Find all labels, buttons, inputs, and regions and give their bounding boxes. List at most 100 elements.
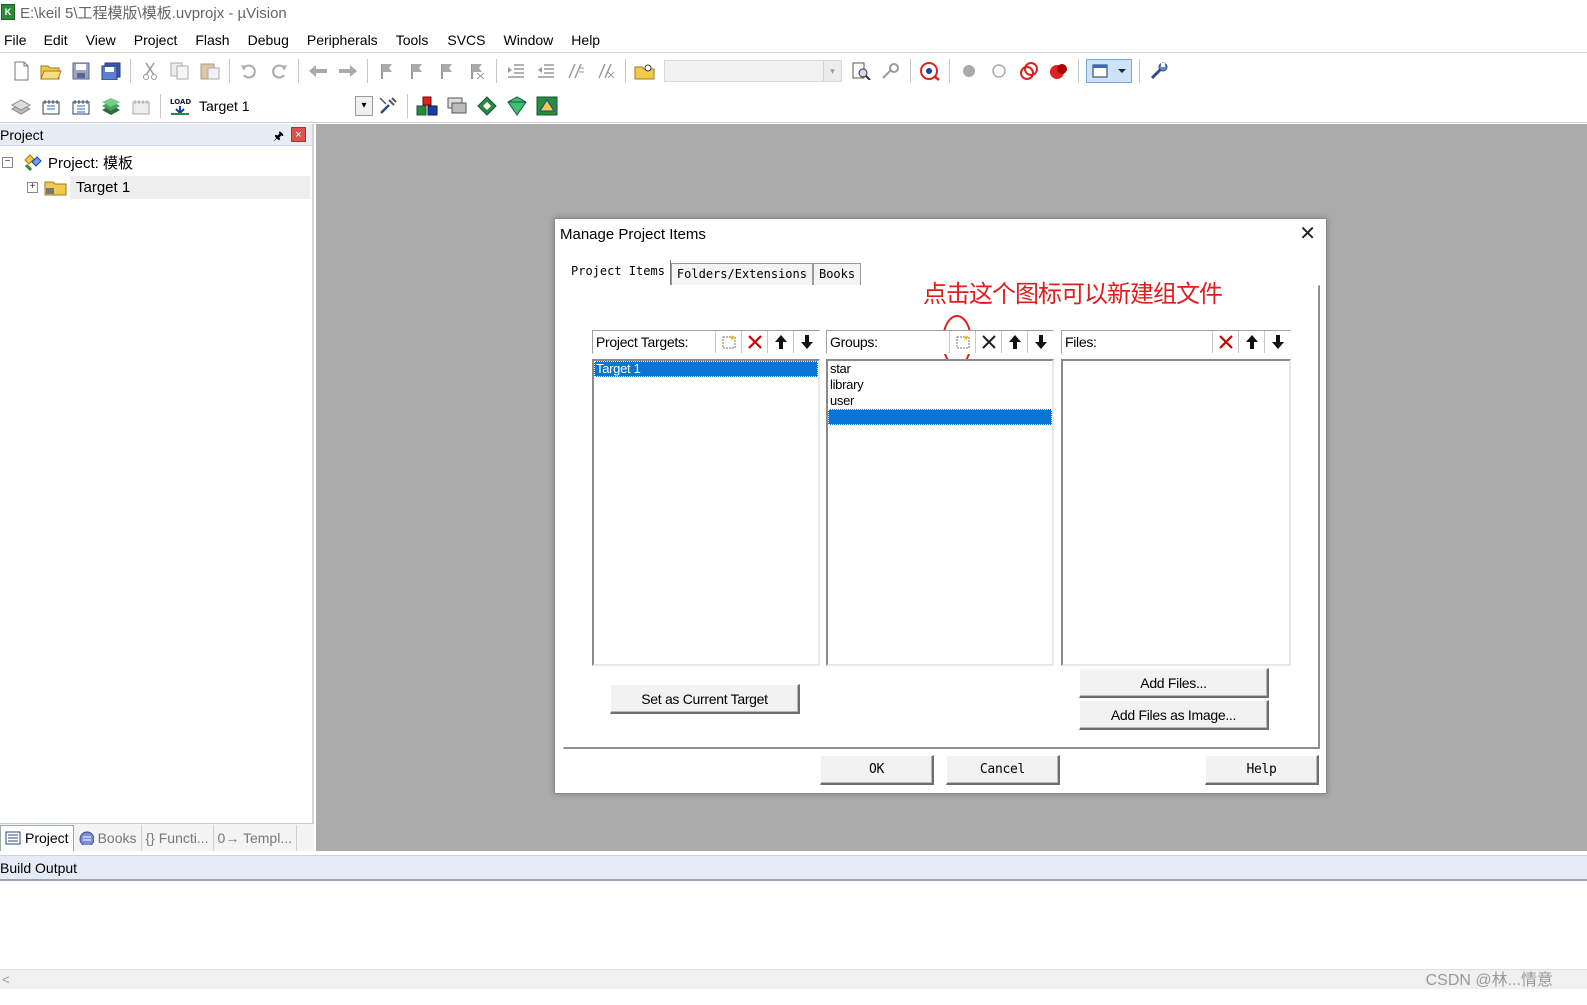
build-output-pane[interactable] [0, 883, 1587, 969]
menu-window[interactable]: Window [504, 32, 563, 48]
menu-edit[interactable]: Edit [44, 32, 77, 48]
indent-icon[interactable] [504, 59, 528, 83]
manage-runtime-icon[interactable] [505, 94, 529, 118]
tab-project-items[interactable]: Project Items [565, 259, 671, 285]
translate-icon[interactable] [9, 94, 33, 118]
save-icon[interactable] [69, 59, 93, 83]
save-all-icon[interactable] [99, 59, 123, 83]
menu-view[interactable]: View [86, 32, 125, 48]
manage-components-icon[interactable] [535, 94, 559, 118]
annotation-text: 点击这个图标可以新建组文件 [923, 280, 1223, 308]
configure-icon[interactable] [1147, 59, 1171, 83]
move-up-icon[interactable] [1238, 331, 1264, 353]
download-load-icon[interactable]: LOAD [168, 94, 192, 118]
targets-list[interactable]: Target 1 [592, 359, 820, 666]
list-item-new-group[interactable] [828, 409, 1052, 425]
incremental-find-icon[interactable] [879, 59, 903, 83]
tab-templates[interactable]: 0→ Templ... [214, 824, 297, 851]
start-debug-icon[interactable] [918, 59, 942, 83]
list-item[interactable]: user [828, 393, 1052, 409]
chevron-down-icon[interactable]: ▾ [823, 61, 841, 81]
clear-bookmarks-icon[interactable] [465, 59, 489, 83]
move-up-icon[interactable] [1001, 331, 1027, 353]
tab-books[interactable]: Books [812, 263, 862, 285]
find-in-files-icon[interactable] [633, 59, 657, 83]
menu-file[interactable]: File [4, 32, 36, 48]
list-item[interactable]: Target 1 [594, 361, 818, 377]
delete-icon[interactable] [1212, 331, 1238, 353]
insert-breakpoint-icon[interactable] [957, 59, 981, 83]
copy-icon[interactable] [168, 59, 192, 83]
batch-build-icon[interactable] [99, 94, 123, 118]
manage-project-items-icon[interactable] [415, 94, 439, 118]
window-layout-icon[interactable] [1086, 59, 1132, 83]
select-packs-icon[interactable] [445, 94, 469, 118]
menu-project[interactable]: Project [134, 32, 187, 48]
help-button[interactable]: Help [1205, 755, 1319, 785]
insert-bookmark-icon[interactable] [375, 59, 399, 83]
horizontal-scrollbar[interactable]: < [0, 969, 1587, 989]
move-down-icon[interactable] [1027, 331, 1053, 353]
target-select[interactable]: Target 1 ▾ [195, 94, 373, 118]
pack-installer-icon[interactable] [475, 94, 499, 118]
paste-icon[interactable] [198, 59, 222, 83]
tab-folders-extensions[interactable]: Folders/Extensions [670, 263, 813, 285]
unindent-icon[interactable] [534, 59, 558, 83]
rebuild-icon[interactable] [69, 94, 93, 118]
menu-svcs[interactable]: SVCS [447, 32, 494, 48]
previous-bookmark-icon[interactable] [405, 59, 429, 83]
new-file-icon[interactable] [9, 59, 33, 83]
add-files-as-image-button[interactable]: Add Files as Image... [1079, 700, 1269, 730]
move-down-icon[interactable] [1264, 331, 1290, 353]
tree-node-target[interactable]: + Target 1 [27, 176, 130, 198]
tree-node-project[interactable]: − Project: 模板 [2, 151, 133, 173]
target-options-icon[interactable] [376, 94, 400, 118]
list-item[interactable]: star [828, 361, 1052, 377]
uncomment-icon[interactable] [594, 59, 618, 83]
navigate-forward-icon[interactable] [336, 59, 360, 83]
ok-button[interactable]: OK [820, 755, 934, 785]
menu-peripherals[interactable]: Peripherals [307, 32, 387, 48]
cancel-button[interactable]: Cancel [946, 755, 1060, 785]
scroll-left-icon[interactable]: < [2, 972, 10, 987]
menu-tools[interactable]: Tools [396, 32, 438, 48]
expand-icon[interactable]: + [27, 181, 38, 193]
menu-flash[interactable]: Flash [195, 32, 238, 48]
kill-all-breakpoints-icon[interactable] [1047, 59, 1071, 83]
tab-project[interactable]: Project [0, 824, 74, 851]
toolbar-divider [0, 122, 1587, 123]
list-item[interactable]: library [828, 377, 1052, 393]
menu-help[interactable]: Help [571, 32, 609, 48]
undo-icon[interactable] [237, 59, 261, 83]
set-current-target-button[interactable]: Set as Current Target [610, 684, 800, 714]
next-bookmark-icon[interactable] [435, 59, 459, 83]
tab-functions[interactable]: {} Functi... [142, 824, 214, 851]
new-item-icon[interactable] [715, 331, 741, 353]
menu-debug[interactable]: Debug [248, 32, 298, 48]
comment-icon[interactable] [564, 59, 588, 83]
files-list[interactable] [1061, 359, 1291, 666]
add-files-button[interactable]: Add Files... [1079, 668, 1269, 698]
close-icon[interactable]: ✕ [1299, 224, 1316, 244]
pin-icon[interactable]: 🖈 [273, 127, 284, 148]
find-icon[interactable] [849, 59, 873, 83]
delete-icon[interactable] [741, 331, 767, 353]
collapse-icon[interactable]: − [2, 156, 13, 168]
new-group-icon[interactable] [949, 331, 975, 353]
disable-all-breakpoints-icon[interactable] [1017, 59, 1041, 83]
delete-icon[interactable] [975, 331, 1001, 353]
chevron-down-icon[interactable]: ▾ [355, 96, 373, 116]
groups-list[interactable]: star library user [826, 359, 1054, 666]
move-up-icon[interactable] [767, 331, 793, 353]
enable-breakpoint-icon[interactable] [987, 59, 1011, 83]
cut-icon[interactable] [138, 59, 162, 83]
close-icon[interactable]: × [291, 127, 306, 142]
find-combo[interactable]: ▾ [664, 60, 842, 82]
redo-icon[interactable] [267, 59, 291, 83]
tab-books[interactable]: Books [74, 824, 142, 851]
build-icon[interactable] [39, 94, 63, 118]
stop-build-icon[interactable] [129, 94, 153, 118]
move-down-icon[interactable] [793, 331, 819, 353]
navigate-back-icon[interactable] [306, 59, 330, 83]
open-file-icon[interactable] [39, 59, 63, 83]
